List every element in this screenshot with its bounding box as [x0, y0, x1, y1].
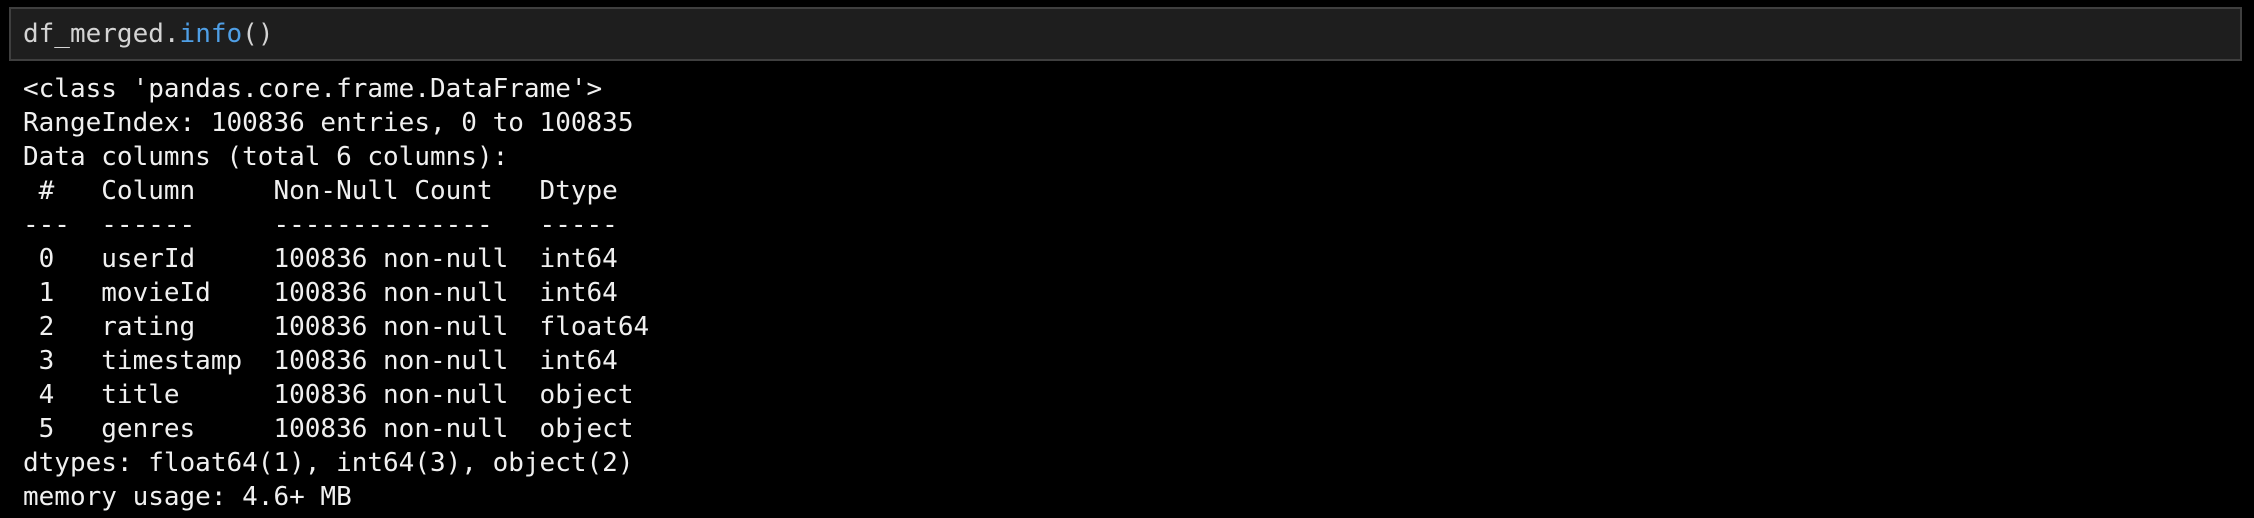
- output-table-separator: --- ------ -------------- -----: [23, 210, 650, 240]
- output-line-columns-summary: Data columns (total 6 columns):: [23, 142, 509, 172]
- output-line-class: <class 'pandas.core.frame.DataFrame'>: [23, 74, 603, 104]
- code-call-parens: (): [242, 19, 274, 49]
- code-object-name: df_merged: [23, 19, 164, 49]
- output-area: <class 'pandas.core.frame.DataFrame'> Ran…: [23, 72, 2223, 514]
- code-dot: .: [163, 19, 180, 49]
- output-table-row: 3 timestamp 100836 non-null int64: [23, 346, 650, 376]
- output-line-rangeindex: RangeIndex: 100836 entries, 0 to 100835: [23, 108, 634, 138]
- output-line-dtypes: dtypes: float64(1), int64(3), object(2): [23, 448, 634, 478]
- code-method-name: info: [179, 19, 243, 49]
- output-table-row: 4 title 100836 non-null object: [23, 380, 650, 410]
- output-table-header: # Column Non-Null Count Dtype: [23, 176, 650, 206]
- code-input-cell[interactable]: df_merged.info(): [9, 7, 2242, 61]
- output-table-row: 2 rating 100836 non-null float64: [23, 312, 650, 342]
- code-line: df_merged.info(): [23, 9, 273, 59]
- output-line-memory-usage: memory usage: 4.6+ MB: [23, 482, 352, 512]
- output-table-row: 0 userId 100836 non-null int64: [23, 244, 650, 274]
- output-table-row: 5 genres 100836 non-null object: [23, 414, 650, 444]
- output-table-row: 1 movieId 100836 non-null int64: [23, 278, 650, 308]
